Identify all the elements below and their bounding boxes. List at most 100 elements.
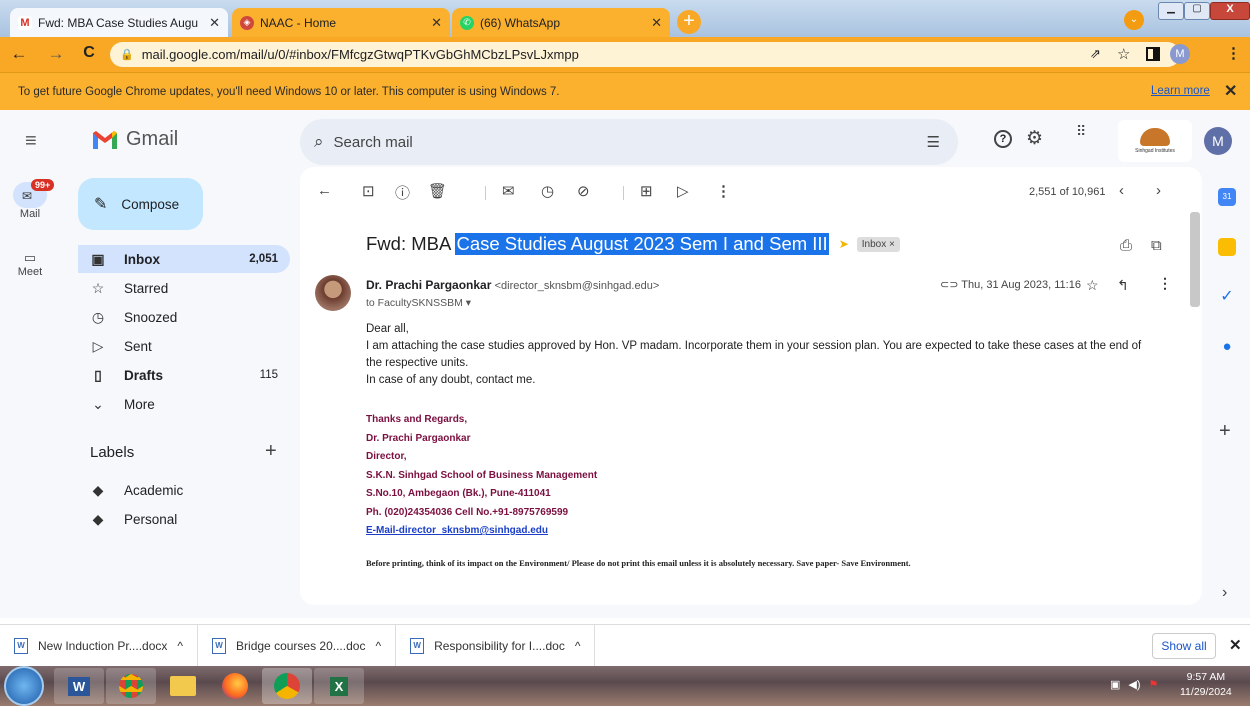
clock[interactable]: 9:57 AM 11/29/2024 xyxy=(1180,670,1232,700)
newer-icon[interactable]: ‹ xyxy=(1119,182,1124,199)
taskbar-word[interactable]: W xyxy=(54,668,104,704)
move-to-icon[interactable]: ⊞ xyxy=(640,182,653,200)
add-to-tasks-icon[interactable]: ⊘ xyxy=(577,182,590,200)
label-icon[interactable]: ▷ xyxy=(677,182,689,200)
close-tab-icon[interactable]: ✕ xyxy=(209,15,220,31)
reload-icon[interactable]: C xyxy=(78,44,100,62)
folder-drafts[interactable]: ▯ Drafts 115 xyxy=(78,361,290,389)
important-marker-icon[interactable]: ➤ xyxy=(839,237,849,251)
account-avatar[interactable]: M xyxy=(1204,127,1232,155)
folder-more[interactable]: ⌄ More xyxy=(78,390,290,418)
open-new-window-icon[interactable]: ⧉ xyxy=(1151,237,1162,254)
search-options-icon[interactable]: ☰ xyxy=(927,133,940,151)
chrome-menu-icon[interactable]: ⋮ xyxy=(1226,44,1241,62)
recipients-dropdown-icon[interactable]: ▾ xyxy=(466,297,471,309)
scrollbar-thumb[interactable] xyxy=(1190,212,1200,307)
taskbar-firefox[interactable] xyxy=(210,668,260,704)
share-icon[interactable]: ⇗ xyxy=(1090,46,1101,62)
close-tab-icon[interactable]: ✕ xyxy=(431,15,442,31)
back-to-inbox-icon[interactable]: ← xyxy=(317,182,332,199)
recipients-line[interactable]: to FacultySKNSSBM ▾ xyxy=(366,297,471,309)
tab-naac[interactable]: ◈ NAAC - Home ✕ xyxy=(232,8,450,37)
sender-avatar[interactable] xyxy=(315,275,351,311)
rail-meet[interactable]: ▭ Meet xyxy=(0,250,60,278)
download-filename: Responsibility for I....doc xyxy=(434,638,565,653)
compose-button[interactable]: ✎ Compose xyxy=(78,178,203,230)
keep-icon[interactable] xyxy=(1218,238,1236,256)
star-email-icon[interactable]: ☆ xyxy=(1086,277,1099,294)
address-bar[interactable]: 🔒 mail.google.com/mail/u/0/#inbox/FMfcgz… xyxy=(110,42,1180,67)
search-icon[interactable]: ⌕ xyxy=(314,132,324,152)
minimize-icon[interactable]: ▁ xyxy=(1158,2,1184,20)
label-academic[interactable]: ◆ Academic xyxy=(78,476,290,504)
new-tab-button[interactable]: + xyxy=(677,10,701,34)
close-infobar-icon[interactable]: ✕ xyxy=(1224,81,1237,101)
report-spam-icon[interactable]: ⓘ xyxy=(395,182,410,203)
download-item[interactable]: W Bridge courses 20....doc ^ xyxy=(198,624,397,667)
folder-starred[interactable]: ☆ Starred xyxy=(78,274,290,302)
forward-icon[interactable]: → xyxy=(45,44,67,64)
taskbar-explorer[interactable] xyxy=(158,668,208,704)
download-options-icon[interactable]: ^ xyxy=(375,639,381,653)
close-window-icon[interactable]: X xyxy=(1210,2,1250,20)
older-icon[interactable]: › xyxy=(1156,182,1161,199)
add-label-icon[interactable]: + xyxy=(265,440,277,463)
calendar-icon[interactable]: 31 xyxy=(1218,188,1236,206)
volume-icon[interactable]: ◀) xyxy=(1128,678,1140,691)
settings-gear-icon[interactable]: ⚙ xyxy=(1026,127,1043,150)
taskbar-chrome-profile[interactable] xyxy=(262,668,312,704)
tab-whatsapp[interactable]: ✆ (66) WhatsApp ✕ xyxy=(452,8,670,37)
side-panel-icon[interactable] xyxy=(1146,47,1160,61)
organization-logo[interactable]: Sinhgad Institutes xyxy=(1118,120,1192,162)
show-all-downloads-button[interactable]: Show all xyxy=(1152,633,1216,659)
tab-gmail[interactable]: M Fwd: MBA Case Studies August 2 ✕ xyxy=(10,8,228,37)
rail-mail[interactable]: ✉ 99+ Mail xyxy=(0,179,60,220)
get-addons-icon[interactable]: + xyxy=(1219,420,1231,443)
archive-icon[interactable]: ⊡ xyxy=(362,182,375,200)
expand-side-panel-icon[interactable]: › xyxy=(1222,584,1227,602)
download-options-icon[interactable]: ^ xyxy=(177,639,183,653)
search-input[interactable]: Search mail xyxy=(334,134,413,151)
close-downloads-icon[interactable]: ✕ xyxy=(1229,636,1242,654)
action-center-flag-icon[interactable]: ⚑ xyxy=(1149,678,1159,691)
contacts-icon[interactable]: ● xyxy=(1218,338,1236,356)
delete-icon[interactable]: 🗑 xyxy=(428,182,447,200)
network-icon[interactable]: ▣ xyxy=(1110,678,1120,691)
sender-name[interactable]: Dr. Prachi Pargaonkar xyxy=(366,278,491,292)
more-email-actions-icon[interactable]: ⋮ xyxy=(1158,275,1172,292)
close-tab-icon[interactable]: ✕ xyxy=(651,15,662,31)
apps-grid-icon[interactable]: ⠿ xyxy=(1076,124,1092,138)
folder-snoozed[interactable]: ◷ Snoozed xyxy=(78,303,290,331)
subject-text: Fwd: MBA xyxy=(366,233,456,254)
tab-search-icon[interactable]: ⌄ xyxy=(1124,10,1144,30)
help-icon[interactable]: ? xyxy=(994,130,1012,148)
tasks-icon[interactable]: ✓ xyxy=(1218,288,1236,306)
profile-avatar[interactable]: M xyxy=(1170,44,1190,64)
snooze-icon[interactable]: ◷ xyxy=(541,182,554,200)
url-text: mail.google.com/mail/u/0/#inbox/FMfcgzGt… xyxy=(141,47,579,62)
download-options-icon[interactable]: ^ xyxy=(575,639,581,653)
folder-label: Inbox xyxy=(124,251,160,267)
gmail-logo[interactable]: Gmail xyxy=(92,128,178,151)
signature-email-link[interactable]: E-Mail-director_sknsbm@sinhgad.edu xyxy=(366,522,597,541)
taskbar-chrome[interactable] xyxy=(106,668,156,704)
label-personal[interactable]: ◆ Personal xyxy=(78,505,290,533)
bookmark-star-icon[interactable]: ☆ xyxy=(1117,45,1130,63)
mark-unread-icon[interactable]: ✉ xyxy=(502,182,515,200)
folder-inbox[interactable]: ▣ Inbox 2,051 xyxy=(78,245,290,273)
back-icon[interactable]: ← xyxy=(8,44,30,64)
more-actions-icon[interactable]: ⋮ xyxy=(716,182,731,200)
download-item[interactable]: W New Induction Pr....docx ^ xyxy=(0,624,199,667)
maximize-icon[interactable]: ▢ xyxy=(1184,2,1210,20)
folder-sent[interactable]: ▷ Sent xyxy=(78,332,290,360)
learn-more-link[interactable]: Learn more xyxy=(1151,85,1210,97)
start-button-icon[interactable] xyxy=(4,666,44,706)
taskbar-excel[interactable]: X xyxy=(314,668,364,704)
inbox-label-chip[interactable]: Inbox × xyxy=(856,236,900,252)
main-menu-icon[interactable]: ≡ xyxy=(25,130,37,153)
print-icon[interactable]: ⎙ xyxy=(1120,237,1132,254)
download-item[interactable]: W Responsibility for I....doc ^ xyxy=(396,624,596,667)
search-bar[interactable]: ⌕ Search mail ☰ xyxy=(300,119,958,165)
reply-icon[interactable]: ↰ xyxy=(1117,277,1129,294)
remove-label-icon[interactable]: × xyxy=(889,239,895,250)
